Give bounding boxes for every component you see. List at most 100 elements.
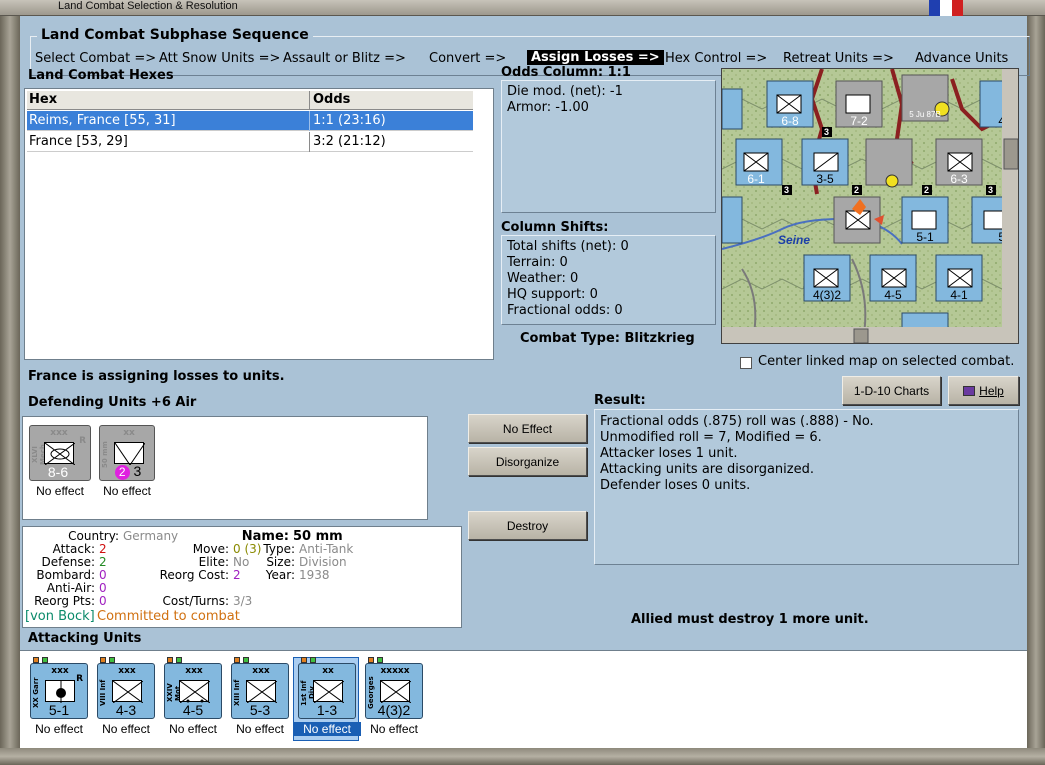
reorg-pts-value: 0: [99, 594, 107, 608]
unit-status: No effect: [103, 484, 151, 498]
bombard-value: 0: [99, 568, 107, 582]
antiair-value: 0: [99, 581, 107, 595]
unit-value: 5-3: [249, 702, 271, 718]
seq-retreat-units: Retreat Units =>: [783, 51, 894, 66]
center-map-label: Center linked map on selected combat.: [758, 354, 1015, 369]
hexes-title: Land Combat Hexes: [28, 68, 174, 83]
help-label: Help: [979, 383, 1004, 398]
unit-size: xx: [123, 428, 135, 438]
unit-value: 4-3: [115, 702, 137, 718]
cost-turns-key: Cost/Turns:: [162, 594, 229, 608]
result-line: Attacking units are disorganized.: [600, 462, 814, 477]
status-message: France is assigning losses to units.: [28, 369, 285, 384]
size-value: Division: [299, 555, 347, 569]
charts-button[interactable]: 1-D-10 Charts: [842, 376, 941, 405]
infantry-symbol-icon: [313, 680, 344, 703]
armor-mod: Armor: -1.00: [507, 100, 589, 115]
main-panel: Land Combat Subphase Sequence Select Com…: [20, 16, 1030, 748]
hex-row-france[interactable]: France [53, 29] 3:2 (21:12): [27, 132, 473, 152]
linked-map[interactable]: 6-8 7-2 5 Ju 87B 6-1 3-5 6-3 5-1 4(3)2 4…: [721, 68, 1019, 344]
seq-convert: Convert =>: [429, 51, 507, 66]
attacking-unit-counter[interactable]: xxxxx Georges 4(3)2: [365, 657, 423, 719]
unit-value: 5-1: [48, 702, 70, 718]
svg-text:5 Ju 87B: 5 Ju 87B: [909, 110, 941, 119]
hex-name: France [53, 29]: [29, 134, 128, 149]
reorg-pts-key: Reorg Pts:: [34, 594, 95, 608]
hex-odds: 3:2 (21:12): [313, 134, 386, 149]
attacking-title: Attacking Units: [28, 631, 142, 646]
unit-size: xxx: [118, 666, 136, 676]
hex-odds: 1:1 (23:16): [313, 113, 386, 128]
svg-text:6-3: 6-3: [950, 172, 968, 186]
window-frame-left: [0, 16, 20, 765]
mech-symbol-icon: [44, 442, 75, 465]
svg-text:2: 2: [924, 185, 929, 195]
defending-units-panel: xxx R XLVI Mech 8-6 No effect xx 50 mm 2…: [22, 416, 428, 520]
seq-assault-or-blitz: Assault or Blitz =>: [283, 51, 406, 66]
unit-value: 1-3: [316, 702, 338, 718]
attacking-unit-counter[interactable]: xxx XIII Inf 5-3: [231, 657, 289, 719]
unit-size: xxxxx: [380, 666, 410, 676]
unit-status: No effect: [102, 722, 150, 736]
svg-text:2: 2: [854, 185, 859, 195]
map-counter-value: 6-8: [781, 114, 799, 128]
allied-message: Allied must destroy 1 more unit.: [631, 612, 869, 627]
attacking-unit-counter[interactable]: xxx VIII Inf 4-3: [97, 657, 155, 719]
infantry-symbol-icon: [246, 680, 277, 703]
unit-size: xxx: [185, 666, 203, 676]
odds-column-header[interactable]: Odds: [313, 92, 350, 107]
unit-info-panel: Country: Germany Attack: 2 Defense: 2 Bo…: [22, 526, 462, 628]
attacking-unit-counter[interactable]: xxx XXIV Mot 4-5: [164, 657, 222, 719]
no-effect-button[interactable]: No Effect: [468, 414, 587, 443]
country-value: Germany: [123, 529, 179, 543]
size-key: Size:: [266, 555, 295, 569]
unit-status: No effect: [293, 722, 361, 736]
result-line: Fractional odds (.875) roll was (.888) -…: [600, 414, 874, 429]
center-map-checkbox[interactable]: [740, 357, 752, 369]
help-button[interactable]: Help: [948, 376, 1019, 405]
strength-badge: 2: [114, 465, 130, 480]
svg-text:3-5: 3-5: [816, 172, 834, 186]
window-frame-bottom: [0, 748, 1045, 765]
seq-att-snow-units: Att Snow Units =>: [159, 51, 281, 66]
unit-size: xx: [322, 666, 334, 676]
country-key: Country:: [68, 529, 119, 543]
defending-unit-counter[interactable]: xx 50 mm 2 3: [99, 425, 155, 481]
unit-status: No effect: [169, 722, 217, 736]
window-titlebar: Land Combat Selection & Resolution: [0, 0, 1045, 16]
france-flag-icon: [929, 0, 963, 16]
svg-text:3: 3: [784, 185, 789, 195]
unit-size: xxx: [252, 666, 270, 676]
type-value: Anti-Tank: [299, 542, 354, 556]
disorganize-button[interactable]: Disorganize: [468, 447, 587, 476]
column-shifts-title: Column Shifts:: [501, 220, 609, 235]
window-title: Land Combat Selection & Resolution: [58, 0, 238, 12]
infantry-symbol-icon: [112, 680, 143, 703]
hex-row-reims[interactable]: Reims, France [55, 31] 1:1 (23:16): [27, 111, 473, 131]
move-key: Move:: [192, 542, 229, 556]
attacking-unit-counter-selected[interactable]: xx 1st Inf Div 1-3: [298, 657, 356, 719]
year-key: Year:: [265, 568, 295, 582]
unit-status: No effect: [36, 484, 84, 498]
sequence-title: Land Combat Subphase Sequence: [37, 27, 313, 43]
reserve-marker: R: [79, 436, 86, 446]
defending-unit-counter[interactable]: xxx R XLVI Mech 8-6: [29, 425, 91, 481]
destroy-button[interactable]: Destroy: [468, 511, 587, 540]
unit-status: No effect: [370, 722, 418, 736]
antiair-key: Anti-Air:: [46, 581, 95, 595]
map-counter-value: 7-2: [850, 114, 868, 128]
reserve-marker: R: [76, 674, 83, 684]
odds-column-box: Die mod. (net): -1 Armor: -1.00: [501, 80, 716, 213]
result-box: Fractional odds (.875) roll was (.888) -…: [594, 409, 1019, 565]
type-key: Type:: [263, 542, 295, 556]
hex-column-header[interactable]: Hex: [29, 92, 57, 107]
map-terrain: 6-8 7-2 5 Ju 87B 6-1 3-5 6-3 5-1 4(3)2 4…: [722, 69, 1018, 343]
committed-label: Committed to combat: [97, 609, 240, 624]
move-value: 0 (3): [233, 542, 262, 556]
attacking-unit-counter[interactable]: xxx R XX Garr 5-1: [30, 657, 88, 719]
hexes-header: Hex Odds: [27, 91, 473, 110]
reorg-cost-key: Reorg Cost:: [159, 568, 229, 582]
result-line: Unmodified roll = 7, Modified = 6.: [600, 430, 822, 445]
anti-tank-symbol-icon: [114, 442, 145, 465]
defense-key: Defense:: [41, 555, 95, 569]
